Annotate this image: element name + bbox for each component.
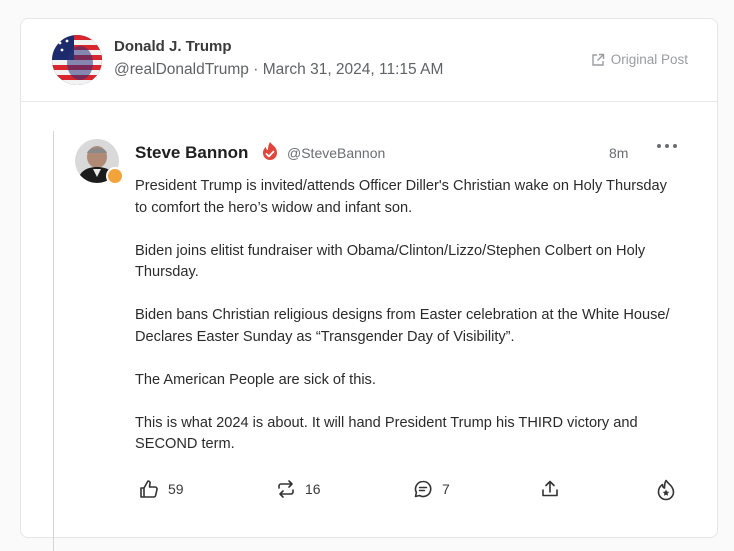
badge-icon xyxy=(106,167,124,185)
more-dots-icon[interactable] xyxy=(655,139,679,158)
share-icon xyxy=(542,480,558,497)
repost-icon xyxy=(278,480,294,498)
like-button[interactable]: 59 xyxy=(139,479,184,499)
quoted-name[interactable]: Steve Bannon xyxy=(135,143,248,163)
author-handle[interactable]: @realDonaldTrump xyxy=(114,61,249,78)
droplet-icon xyxy=(657,479,675,501)
paragraph: Biden bans Christian religious designs f… xyxy=(135,307,670,345)
boost-button[interactable] xyxy=(656,479,676,501)
reply-button[interactable]: 7 xyxy=(413,479,450,499)
quoted-post[interactable]: Steve Bannon @SteveBannon 8m President T… xyxy=(53,131,694,551)
author-meta: @realDonaldTrump · March 31, 2024, 11:15… xyxy=(114,61,443,79)
external-link-icon xyxy=(592,53,604,66)
post-timestamp: March 31, 2024, 11:15 AM xyxy=(262,61,444,78)
retruth-button[interactable]: 16 xyxy=(276,479,321,499)
quoted-body: President Trump is invited/attends Offic… xyxy=(135,176,675,477)
reply-count: 7 xyxy=(442,481,450,497)
meta-separator: · xyxy=(253,61,259,78)
author-name[interactable]: Donald J. Trump xyxy=(114,38,232,55)
like-count: 59 xyxy=(168,481,184,497)
verified-badge-icon xyxy=(260,141,280,168)
action-bar: 59 16 7 xyxy=(54,479,694,503)
original-post-link[interactable]: Original Post xyxy=(591,52,688,67)
quoted-handle[interactable]: @SteveBannon xyxy=(287,145,385,161)
post-header: Donald J. Trump @realDonaldTrump · March… xyxy=(21,19,717,102)
author-avatar[interactable] xyxy=(52,35,102,85)
paragraph: Biden joins elitist fundraiser with Obam… xyxy=(135,242,646,281)
share-button[interactable] xyxy=(540,479,560,499)
thumbs-up-icon xyxy=(140,480,158,498)
paragraph: President Trump is invited/attends Offic… xyxy=(135,178,667,216)
post-card: Donald J. Trump @realDonaldTrump · March… xyxy=(20,18,718,551)
quoted-time: 8m xyxy=(609,145,629,161)
original-post-label: Original Post xyxy=(610,52,688,67)
comment-icon xyxy=(414,480,432,498)
avatar-image xyxy=(52,35,102,85)
paragraph: This is what 2024 is about. It will hand… xyxy=(135,414,638,453)
paragraph: The American People are sick of this. xyxy=(135,371,376,388)
retruth-count: 16 xyxy=(305,481,321,497)
